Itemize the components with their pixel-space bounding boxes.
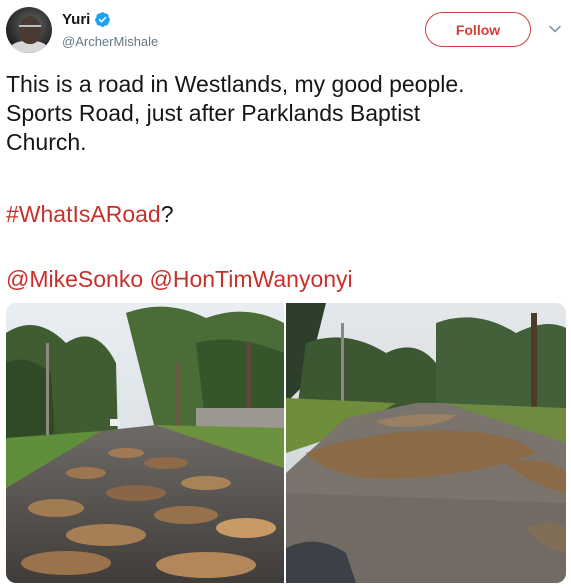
mentions-line: @MikeSonko @HonTimWanyonyi <box>6 265 353 294</box>
avatar-glasses <box>19 25 41 30</box>
avatar-face <box>19 16 41 44</box>
hashtag-line: #WhatIsARoad? <box>6 200 174 229</box>
photo-potholed-road[interactable] <box>6 303 284 583</box>
tweet-card: Yuri @ArcherMishale Follow This is a roa… <box>0 0 571 588</box>
mention-link[interactable]: @HonTimWanyonyi <box>150 266 353 292</box>
chevron-down-icon[interactable] <box>548 22 562 36</box>
photo-image <box>286 303 566 583</box>
hashtag-link[interactable]: #WhatIsARoad <box>6 201 161 227</box>
avatar[interactable] <box>6 7 52 53</box>
tweet-text: This is a road in Westlands, my good peo… <box>6 70 561 157</box>
media-grid <box>6 303 566 583</box>
tweet-text-line: Church. <box>6 129 87 155</box>
mention-link[interactable]: @MikeSonko <box>6 266 143 292</box>
photo-image <box>6 303 284 583</box>
author-name-row[interactable]: Yuri <box>62 9 111 29</box>
hashtag-suffix: ? <box>160 201 174 227</box>
photo-flooded-road[interactable] <box>286 303 566 583</box>
verified-badge-icon <box>95 11 111 27</box>
handle[interactable]: @ArcherMishale <box>62 34 158 49</box>
tweet-text-line: Sports Road, just after Parklands Baptis… <box>6 100 421 126</box>
follow-button[interactable]: Follow <box>425 12 531 47</box>
display-name[interactable]: Yuri <box>62 11 90 28</box>
tweet-text-line: This is a road in Westlands, my good peo… <box>6 71 465 97</box>
